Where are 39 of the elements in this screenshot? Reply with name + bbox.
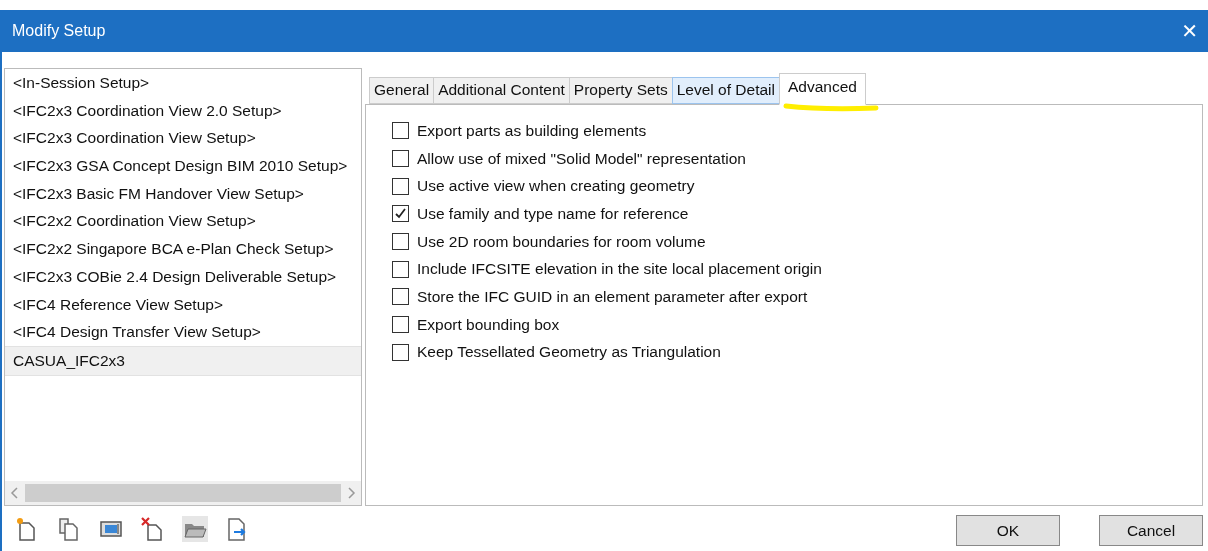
close-button[interactable]: ✕ — [1177, 19, 1202, 43]
checkbox-label: Export parts as building elements — [417, 121, 647, 140]
checkbox-label: Use 2D room boundaries for room volume — [417, 232, 706, 251]
setup-item[interactable]: CASUA_IFC2x3 — [5, 345, 361, 376]
setup-item[interactable]: <IFC2x2 Coordination View Setup> — [5, 207, 361, 236]
checkbox-label: Use active view when creating geometry — [417, 177, 695, 196]
checkbox[interactable] — [392, 205, 409, 223]
checkbox[interactable] — [392, 343, 409, 361]
tab[interactable]: Additional Content — [433, 77, 570, 104]
checkbox[interactable] — [392, 288, 409, 306]
setup-item[interactable]: <IFC4 Reference View Setup> — [5, 290, 361, 319]
setup-item[interactable]: <IFC4 Design Transfer View Setup> — [5, 318, 361, 346]
ok-button[interactable]: OK — [956, 515, 1060, 546]
cancel-button[interactable]: Cancel — [1099, 515, 1203, 546]
window-title: Modify Setup — [12, 22, 106, 40]
checkbox-label: Allow use of mixed "Solid Model" representation — [417, 149, 746, 168]
setup-item[interactable]: <IFC2x2 Singapore BCA e-Plan Check Setup> — [5, 235, 361, 263]
setup-item[interactable]: <IFC2x3 Basic FM Handover View Setup> — [5, 179, 361, 208]
setup-item[interactable]: <IFC2x3 GSA Concept Design BIM 2010 Setup> — [5, 152, 361, 180]
checkbox-label: Export bounding box — [417, 315, 560, 334]
checkbox[interactable] — [392, 122, 409, 140]
checkbox[interactable] — [392, 260, 409, 278]
folder-icon[interactable] — [182, 515, 208, 542]
setup-item[interactable]: <IFC2x3 Coordination View Setup> — [5, 124, 361, 153]
checkbox-label: Use family and type name for reference — [417, 204, 689, 223]
checkbox[interactable] — [392, 316, 409, 334]
checkbox[interactable] — [392, 150, 409, 168]
tab[interactable]: Advanced — [778, 73, 866, 105]
checkbox-label: Include IFCSITE elevation in the site local placement origin — [417, 260, 822, 279]
checkbox[interactable] — [392, 233, 409, 251]
checkbox-label: Store the IFC GUID in an element parameter after export — [417, 287, 808, 306]
tab[interactable]: Level of Detail — [671, 77, 780, 104]
checkbox[interactable] — [392, 177, 409, 195]
setup-item[interactable]: <In-Session Setup> — [5, 69, 361, 97]
tab[interactable]: General — [369, 77, 435, 104]
checkbox-label: Keep Tessellated Geometry as Triangulation — [417, 343, 721, 362]
setup-item[interactable]: <IFC2x3 COBie 2.4 Design Deliverable Setup> — [5, 262, 361, 291]
tab[interactable]: Property Sets — [568, 77, 673, 104]
setup-item[interactable]: <IFC2x3 Coordination View 2.0 Setup> — [5, 96, 361, 125]
